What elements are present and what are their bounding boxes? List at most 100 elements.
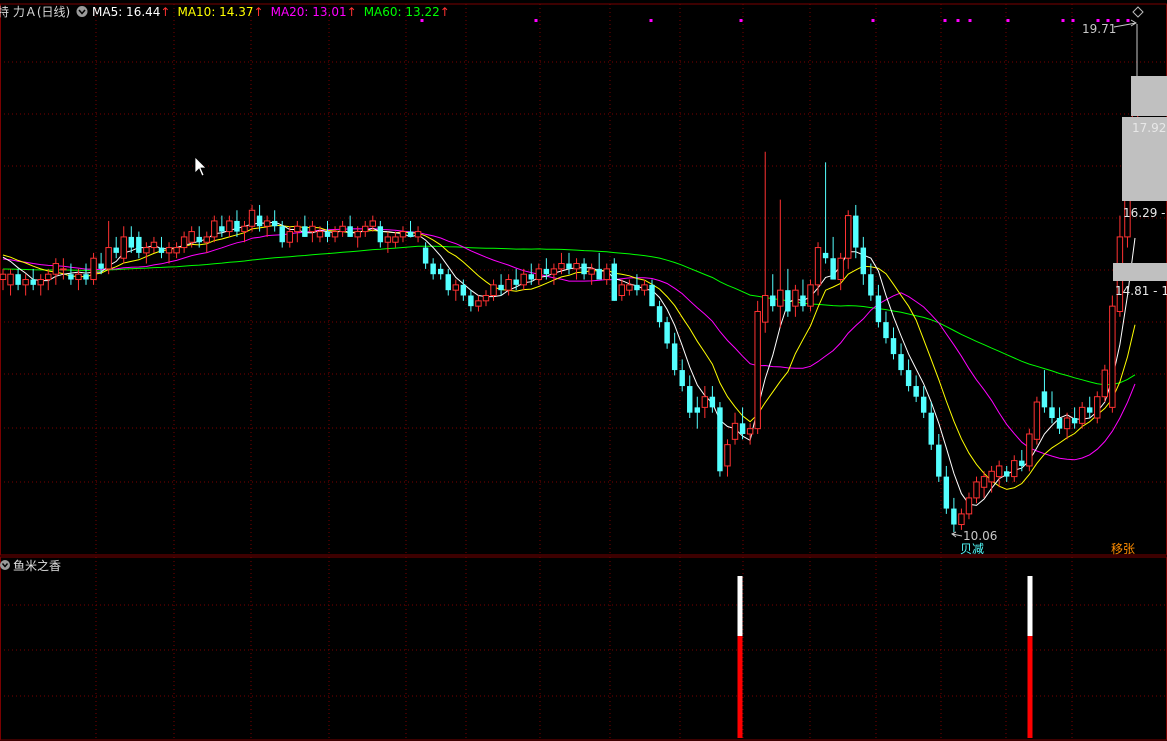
candle-body xyxy=(746,428,754,435)
candle-body xyxy=(52,263,60,275)
candle-body xyxy=(150,241,158,249)
candle-body xyxy=(883,322,889,339)
candle-body xyxy=(482,295,490,302)
candle-body xyxy=(626,284,633,291)
candle-body xyxy=(920,396,927,413)
price-tag-label: 16.29 - 1 xyxy=(1123,206,1167,220)
candle-body xyxy=(1033,401,1041,440)
candle-body xyxy=(596,268,602,280)
ma-legend: MA5: 16.44↑ MA10: 14.37↑ MA20: 13.01↑ MA60:… xyxy=(92,5,450,19)
indicator-bar-white xyxy=(1027,576,1033,636)
header-dropdown-icon[interactable] xyxy=(76,6,88,17)
candle-body xyxy=(1101,369,1109,398)
candle xyxy=(611,258,617,301)
candle-body xyxy=(770,295,776,307)
candle-body xyxy=(354,231,361,238)
marker-dot xyxy=(1006,19,1010,22)
candle-body xyxy=(45,273,52,281)
candle xyxy=(717,402,723,477)
candle-body xyxy=(120,236,127,259)
candle-body xyxy=(973,481,980,499)
marker-dot xyxy=(956,19,960,22)
candle-body xyxy=(951,508,957,525)
candle-body xyxy=(573,263,580,270)
candle-body xyxy=(777,289,784,307)
candle-body xyxy=(0,273,7,281)
candle-body xyxy=(468,295,474,307)
indicator-name: 鱼米之香 xyxy=(13,559,61,573)
candle-body xyxy=(399,231,407,238)
candle-body xyxy=(1056,418,1063,429)
candle-body xyxy=(279,226,285,243)
indicator-bar-red xyxy=(1027,636,1033,738)
low-label: 10.06 xyxy=(963,529,997,543)
candle-body xyxy=(731,422,739,440)
signal-low-label: 贝减 xyxy=(960,542,984,556)
candle-body xyxy=(694,407,701,413)
candle-body xyxy=(785,290,791,312)
price-tag-box xyxy=(1113,263,1167,281)
candle-body xyxy=(490,284,497,297)
candle-body xyxy=(868,274,874,296)
candle-body xyxy=(219,226,225,232)
candle-body xyxy=(860,247,867,275)
candle-body xyxy=(988,470,995,483)
indicator-dropdown-icon[interactable] xyxy=(0,560,10,570)
candle-body xyxy=(173,247,180,254)
candle-body xyxy=(83,274,89,280)
candle-body xyxy=(943,476,950,509)
ma-trend-arrow-icon: ↑ xyxy=(254,5,264,19)
candle-body xyxy=(814,247,822,286)
candle-body xyxy=(958,513,965,526)
candle-body xyxy=(649,284,655,307)
candle-body xyxy=(309,225,316,233)
candle-body xyxy=(505,279,512,291)
candle xyxy=(1033,396,1041,445)
candle-body xyxy=(430,263,436,275)
candle-body xyxy=(701,396,709,408)
candle-body xyxy=(588,268,595,275)
marker-dot xyxy=(968,19,972,22)
candle-body xyxy=(709,396,716,408)
chart-background xyxy=(0,0,1167,741)
candle-body xyxy=(437,268,444,275)
indicator-bar-white xyxy=(737,576,743,636)
marker-dot xyxy=(1061,19,1065,22)
candle-body xyxy=(1063,417,1071,430)
candle-body xyxy=(1041,391,1048,408)
candle-body xyxy=(754,310,761,430)
candlestick-chart: 17.92 - 16.29 - 1 14.81 - 15 特 力Ａ(日线) MA5:… xyxy=(0,0,1167,741)
indicator-bar-red xyxy=(737,636,743,738)
candle-body xyxy=(158,247,165,253)
candle-body xyxy=(203,236,210,243)
candle-body xyxy=(60,268,67,271)
marker-dot xyxy=(1116,19,1120,22)
chart-header: 特 力Ａ(日线) MA5: 16.44↑ MA10: 14.37↑ MA20: 13… xyxy=(0,4,450,19)
candle-body xyxy=(558,263,565,270)
candle-body xyxy=(543,268,550,275)
candle-body xyxy=(513,279,519,285)
candle-body xyxy=(792,289,799,307)
candle-body xyxy=(761,295,769,323)
candle-body xyxy=(687,386,693,413)
price-tag-box xyxy=(1131,76,1167,116)
candle-body xyxy=(241,225,248,233)
candle-body xyxy=(369,220,377,227)
price-tag-label: 17.92 - xyxy=(1132,121,1167,135)
candle-body xyxy=(528,274,534,280)
high-label: 19.71 xyxy=(1082,22,1116,36)
candle-body xyxy=(75,273,82,281)
candle-body xyxy=(717,407,723,472)
candle-body xyxy=(377,226,384,243)
candle-body xyxy=(845,215,852,259)
candle-body xyxy=(634,284,640,291)
candle-body xyxy=(286,231,293,243)
candle-body xyxy=(475,300,482,307)
candle-body xyxy=(324,231,331,237)
candle-body xyxy=(905,370,912,387)
marker-dot xyxy=(420,19,424,22)
candle-body xyxy=(566,263,572,269)
candle-body xyxy=(1003,471,1010,477)
candle xyxy=(1109,295,1116,413)
candle-body xyxy=(1078,406,1086,424)
